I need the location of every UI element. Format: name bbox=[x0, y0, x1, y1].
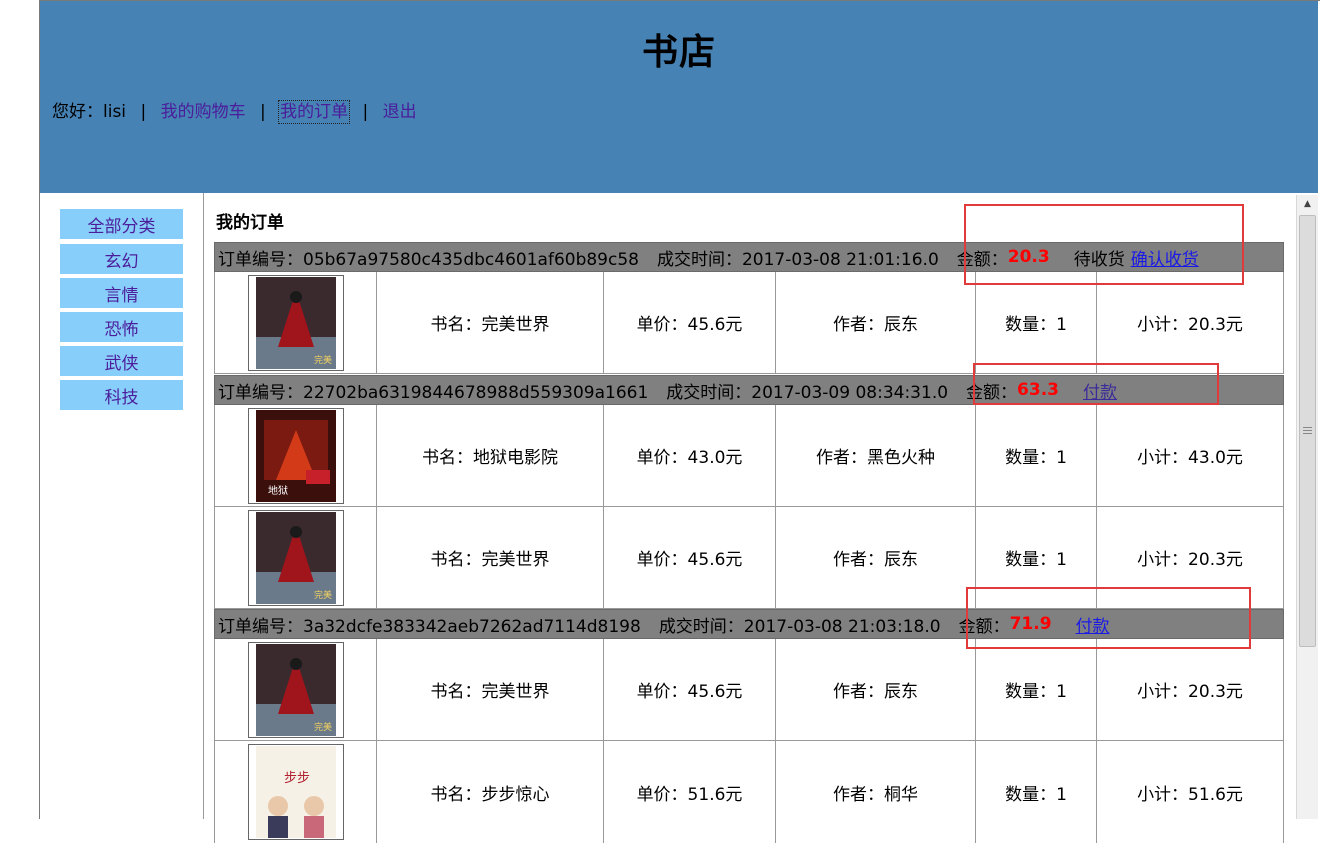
subtotal: 小计：20.3元 bbox=[1096, 272, 1284, 373]
nav-separator: | bbox=[362, 102, 369, 122]
category-all[interactable]: 全部分类 bbox=[60, 209, 183, 239]
site-header: 书店 您好：lisi | 我的购物车 | 我的订单 | 退出 bbox=[40, 1, 1318, 193]
order-id: 订单编号：05b67a97580c435dbc4601af60b89c58 bbox=[218, 249, 639, 270]
cover-cell: 完美 bbox=[214, 272, 376, 373]
unit-price: 单价：43.0元 bbox=[603, 405, 775, 506]
greeting: 您好：lisi bbox=[52, 102, 127, 122]
user-nav: 您好：lisi | 我的购物车 | 我的订单 | 退出 bbox=[52, 97, 417, 124]
book-name: 书名：完美世界 bbox=[376, 272, 603, 373]
order-time: 成交时间：2017-03-08 21:01:16.0 bbox=[656, 249, 939, 270]
book-author: 作者：黑色火种 bbox=[775, 405, 975, 506]
category-kongbu[interactable]: 恐怖 bbox=[60, 312, 183, 342]
site-title: 书店 bbox=[641, 32, 716, 73]
cover-cell: 完美 bbox=[214, 507, 376, 608]
unit-price: 单价：45.6元 bbox=[603, 507, 775, 608]
category-xuanhuan[interactable]: 玄幻 bbox=[60, 244, 183, 274]
quantity: 数量：1 bbox=[975, 639, 1096, 740]
nav-separator: | bbox=[259, 102, 266, 122]
quantity: 数量：1 bbox=[975, 272, 1096, 373]
svg-text:地狱: 地狱 bbox=[268, 484, 288, 497]
book-author: 作者：辰东 bbox=[775, 272, 975, 373]
unit-price: 单价：45.6元 bbox=[603, 639, 775, 740]
book-cover-image[interactable]: 完美 bbox=[247, 509, 344, 606]
book-author: 作者：桐华 bbox=[775, 741, 975, 843]
my-orders-link[interactable]: 我的订单 bbox=[278, 100, 351, 124]
book-author: 作者：辰东 bbox=[775, 639, 975, 740]
category-wuxia[interactable]: 武侠 bbox=[60, 346, 183, 376]
grip-icon bbox=[1303, 427, 1312, 434]
book-cover-image[interactable]: 步步 bbox=[247, 744, 344, 840]
book-cover-image[interactable]: 完美 bbox=[247, 641, 344, 738]
category-sidebar: 全部分类 玄幻 言情 恐怖 武侠 科技 bbox=[40, 193, 204, 819]
order-time: 成交时间：2017-03-09 08:34:31.0 bbox=[666, 382, 949, 403]
book-name: 书名：地狱电影院 bbox=[376, 405, 603, 506]
quantity: 数量：1 bbox=[975, 405, 1096, 506]
book-name: 书名：步步惊心 bbox=[376, 741, 603, 843]
order-time: 成交时间：2017-03-08 21:03:18.0 bbox=[658, 616, 941, 637]
cover-cell: 步步 bbox=[214, 741, 376, 843]
order-item-row: 地狱 书名：地狱电影院 单价：43.0元 作者：黑色火种 数量：1 小计：43.… bbox=[214, 405, 1284, 507]
book-author: 作者：辰东 bbox=[775, 507, 975, 608]
svg-text:完美: 完美 bbox=[314, 354, 332, 366]
book-cover-image[interactable]: 地狱 bbox=[247, 407, 344, 504]
category-keji[interactable]: 科技 bbox=[60, 380, 183, 410]
order-item-row: 完美 书名：完美世界 单价：45.6元 作者：辰东 数量：1 小计：20.3元 bbox=[214, 272, 1284, 374]
vertical-scrollbar[interactable]: ▲ bbox=[1296, 195, 1318, 819]
highlight-box bbox=[964, 204, 1244, 285]
subtotal: 小计：20.3元 bbox=[1096, 639, 1284, 740]
nav-separator: | bbox=[140, 102, 147, 122]
order-item-row: 步步 书名：步步惊心 单价：51.6元 作者：桐华 数量：1 小计：51.6元 bbox=[214, 741, 1284, 843]
book-name: 书名：完美世界 bbox=[376, 639, 603, 740]
order-id: 订单编号：3a32dcfe383342aeb7262ad7114d8198 bbox=[218, 616, 641, 637]
subtotal: 小计：51.6元 bbox=[1096, 741, 1284, 843]
unit-price: 单价：51.6元 bbox=[603, 741, 775, 843]
scroll-thumb[interactable] bbox=[1299, 215, 1316, 647]
book-cover-image[interactable]: 完美 bbox=[247, 274, 344, 371]
logout-link[interactable]: 退出 bbox=[383, 102, 417, 122]
order-id: 订单编号：22702ba6319844678988d559309a1661 bbox=[218, 382, 649, 403]
category-yanqing[interactable]: 言情 bbox=[60, 278, 183, 308]
svg-text:完美: 完美 bbox=[314, 589, 332, 601]
page-title: 我的订单 bbox=[216, 213, 284, 233]
scroll-up-arrow-icon[interactable]: ▲ bbox=[1297, 195, 1318, 213]
cover-cell: 地狱 bbox=[214, 405, 376, 506]
subtotal: 小计：43.0元 bbox=[1096, 405, 1284, 506]
quantity: 数量：1 bbox=[975, 741, 1096, 843]
svg-text:步步: 步步 bbox=[284, 771, 310, 786]
cart-link[interactable]: 我的购物车 bbox=[161, 102, 246, 122]
order-item-row: 完美 书名：完美世界 单价：45.6元 作者：辰东 数量：1 小计：20.3元 bbox=[214, 639, 1284, 741]
highlight-box bbox=[966, 587, 1251, 649]
cover-cell: 完美 bbox=[214, 639, 376, 740]
svg-text:完美: 完美 bbox=[314, 721, 332, 733]
highlight-box bbox=[973, 363, 1219, 405]
book-name: 书名：完美世界 bbox=[376, 507, 603, 608]
unit-price: 单价：45.6元 bbox=[603, 272, 775, 373]
